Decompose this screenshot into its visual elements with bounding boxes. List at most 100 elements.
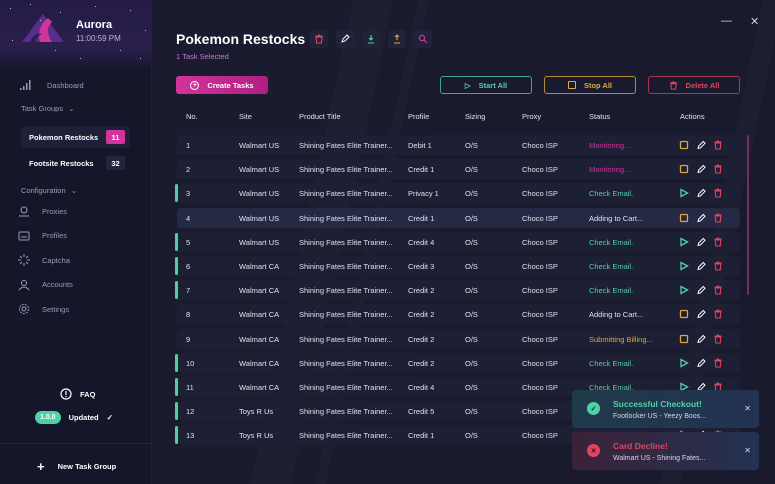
column-header: Profile: [408, 112, 430, 121]
cell-profile: Credit 5: [408, 407, 435, 417]
cell-product: Shining Fates Elite Trainer...: [299, 407, 393, 417]
table-row[interactable]: 8 Walmart CA Shining Fates Elite Trainer..…: [177, 304, 740, 325]
table-row[interactable]: 3 Walmart US Shining Fates Elite Trainer..…: [175, 183, 740, 204]
pencil-icon[interactable]: [696, 261, 706, 271]
start-all-button[interactable]: ▷ Start All: [440, 76, 532, 94]
trash-icon[interactable]: [713, 188, 723, 198]
cell-profile: Credit 1: [408, 165, 435, 175]
group-pokemon-restocks[interactable]: Pokemon Restocks 11: [21, 126, 130, 148]
configuration-section[interactable]: Configuration ⌄: [21, 186, 77, 195]
play-icon[interactable]: [679, 358, 689, 368]
sidebar-item-captcha[interactable]: Captcha: [18, 254, 70, 266]
pencil-icon[interactable]: [696, 237, 706, 247]
cell-site: Walmart US: [239, 237, 280, 247]
table-row[interactable]: 6 Walmart CA Shining Fates Elite Trainer..…: [175, 256, 740, 276]
table-row[interactable]: 5 Walmart US Shining Fates Elite Trainer..…: [175, 231, 740, 252]
success-indicator: [175, 281, 178, 300]
sidebar-header: Aurora 11:00:59 PM: [0, 0, 151, 66]
close-icon[interactable]: ✕: [744, 404, 751, 413]
trash-icon[interactable]: [713, 309, 723, 319]
stop-icon[interactable]: [679, 334, 689, 344]
group-footsite-restocks[interactable]: Footsite Restocks 32: [21, 152, 130, 174]
stop-icon[interactable]: [679, 164, 689, 174]
column-header: Product Title: [299, 112, 341, 121]
sidebar-item-dashboard[interactable]: Dashboard: [20, 79, 84, 91]
sidebar-item-accounts[interactable]: Accounts: [18, 279, 73, 291]
table-row[interactable]: 1 Walmart US Shining Fates Elite Trainer..…: [177, 135, 740, 155]
cell-no: 11: [186, 383, 194, 392]
cell-status: Check Email.: [589, 189, 634, 199]
scrollbar[interactable]: [747, 135, 749, 295]
stop-icon[interactable]: [679, 309, 689, 319]
trash-icon[interactable]: [713, 213, 723, 223]
cell-sizing: O/S: [465, 189, 478, 199]
delete-selected-button[interactable]: [310, 30, 328, 48]
table-row[interactable]: 2 Walmart US Shining Fates Elite Trainer..…: [177, 159, 740, 180]
new-task-group-button[interactable]: + New Task Group: [37, 459, 116, 474]
trash-icon[interactable]: [713, 261, 723, 271]
sidebar-item-label: Accounts: [42, 280, 73, 289]
table-row[interactable]: 7 Walmart CA Shining Fates Elite Trainer..…: [175, 280, 740, 301]
cell-profile: Debit 1: [408, 141, 432, 150]
delete-all-button[interactable]: Delete All: [648, 76, 740, 94]
pencil-icon[interactable]: [696, 334, 706, 344]
create-tasks-button[interactable]: + Create Tasks: [176, 76, 268, 94]
cell-sizing: O/S: [465, 334, 478, 344]
app-name: Aurora: [76, 19, 113, 31]
stop-icon[interactable]: [679, 213, 689, 223]
trash-icon[interactable]: [713, 140, 723, 150]
stop-icon[interactable]: [679, 140, 689, 150]
search-button[interactable]: [414, 30, 432, 48]
location-icon: [19, 206, 29, 217]
cell-site: Walmart US: [239, 213, 280, 223]
stop-all-button[interactable]: Stop All: [544, 76, 636, 94]
pencil-icon[interactable]: [696, 358, 706, 368]
play-icon[interactable]: [679, 285, 689, 295]
faq-link[interactable]: FAQ: [60, 388, 95, 400]
edit-selected-button[interactable]: [336, 30, 354, 48]
cell-no: 10: [186, 358, 195, 368]
minimize-button[interactable]: —: [721, 15, 732, 27]
new-task-group-label: New Task Group: [57, 462, 117, 471]
aurora-logo: [22, 14, 64, 42]
table-row[interactable]: 4 Walmart US Shining Fates Elite Trainer..…: [177, 207, 740, 228]
play-icon[interactable]: [679, 261, 689, 271]
play-icon[interactable]: [679, 237, 689, 247]
trash-icon[interactable]: [713, 358, 723, 368]
sidebar-item-proxies[interactable]: Proxies: [18, 205, 67, 217]
sidebar-item-settings[interactable]: Settings: [18, 303, 69, 315]
cell-no: 9: [186, 334, 191, 344]
cell-sizing: O/S: [465, 262, 478, 271]
toast-message: Walmart US - Shining Fates...: [613, 455, 706, 462]
column-header: Site: [239, 112, 252, 121]
table-row[interactable]: 10 Walmart CA Shining Fates Elite Trainer.…: [175, 352, 740, 373]
group-name: Pokemon Restocks: [29, 132, 99, 142]
pencil-icon[interactable]: [696, 309, 706, 319]
play-icon[interactable]: [679, 188, 689, 198]
dashboard-label: Dashboard: [47, 80, 84, 90]
task-groups-section[interactable]: Task Groups ⌄: [21, 104, 74, 113]
table-row[interactable]: 9 Walmart CA Shining Fates Elite Trainer..…: [177, 328, 740, 349]
pencil-icon[interactable]: [696, 140, 706, 150]
trash-icon[interactable]: [713, 164, 723, 174]
spinner-icon: [18, 254, 30, 266]
sidebar-item-profiles[interactable]: Profiles: [18, 230, 67, 242]
pencil-icon[interactable]: [696, 213, 706, 223]
pencil-icon[interactable]: [696, 188, 706, 198]
close-icon[interactable]: ✕: [744, 446, 751, 455]
pencil-icon[interactable]: [696, 285, 706, 295]
column-header: Status: [589, 112, 611, 121]
export-button[interactable]: [388, 30, 406, 48]
pencil-icon[interactable]: [696, 164, 706, 174]
trash-icon[interactable]: [713, 237, 723, 247]
trash-icon[interactable]: [713, 285, 723, 295]
gear-icon: [18, 303, 30, 315]
close-window-button[interactable]: ✕: [750, 15, 759, 28]
cell-product: Shining Fates Elite Trainer...: [299, 237, 393, 247]
success-indicator: [175, 402, 178, 421]
page-title: Pokemon Restocks: [176, 31, 306, 47]
stop-icon: [567, 81, 576, 89]
trash-icon[interactable]: [713, 334, 723, 344]
chevron-down-icon: ⌄: [68, 104, 75, 113]
import-button[interactable]: [362, 30, 380, 48]
